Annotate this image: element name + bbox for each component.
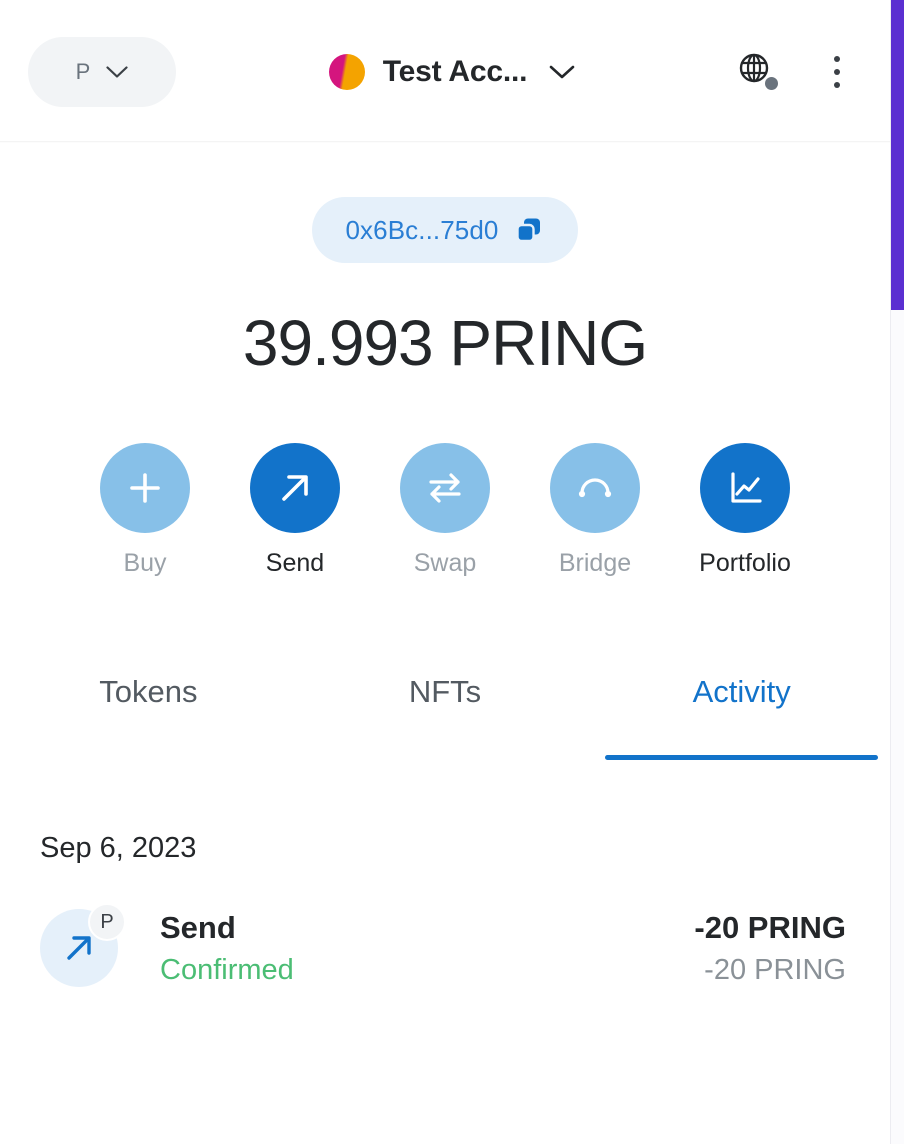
plus-icon bbox=[100, 443, 190, 533]
connection-status-dot bbox=[763, 74, 780, 92]
tab-activity[interactable]: Activity bbox=[593, 664, 890, 760]
tab-activity-label: Activity bbox=[692, 674, 791, 709]
tab-tokens[interactable]: Tokens bbox=[0, 664, 297, 760]
account-name: Test Acc... bbox=[382, 54, 528, 88]
swap-label: Swap bbox=[413, 549, 477, 577]
bridge-button[interactable]: Bridge bbox=[520, 443, 670, 578]
buy-label: Buy bbox=[123, 549, 167, 577]
bridge-arc-icon bbox=[550, 443, 640, 533]
app-header: P Test Acc... bbox=[0, 0, 890, 143]
account-balance: 39.993 PRING bbox=[242, 307, 648, 379]
action-buttons-row: Buy Send Swap Bridge Portfolio bbox=[0, 443, 890, 578]
chevron-down-icon bbox=[549, 65, 575, 79]
activity-date-group: Sep 6, 2023 bbox=[40, 832, 197, 864]
header-actions bbox=[738, 52, 862, 92]
transaction-list-item[interactable]: P Send Confirmed -20 PRING -20 PRING bbox=[40, 903, 850, 987]
network-selector-button[interactable]: P bbox=[28, 36, 176, 107]
transaction-avatar: P bbox=[40, 903, 126, 987]
portfolio-button[interactable]: Portfolio bbox=[670, 443, 820, 578]
transaction-secondary-amount: -20 PRING bbox=[704, 953, 846, 986]
wallet-viewport: P Test Acc... 0x6Bc...75d0 39.993 PRING … bbox=[0, 0, 890, 1144]
account-avatar bbox=[328, 53, 365, 90]
send-button[interactable]: Send bbox=[220, 443, 370, 578]
portfolio-label: Portfolio bbox=[699, 549, 791, 577]
transaction-title: Send bbox=[160, 909, 236, 945]
chart-line-icon bbox=[700, 443, 790, 533]
copy-address-button[interactable]: 0x6Bc...75d0 bbox=[311, 197, 579, 263]
wallet-extension-window: P Test Acc... 0x6Bc...75d0 39.993 PRING … bbox=[0, 0, 904, 1144]
scrollbar-thumb[interactable] bbox=[891, 0, 904, 310]
arrow-up-right-icon bbox=[250, 443, 340, 533]
swap-button[interactable]: Swap bbox=[370, 443, 520, 578]
kebab-dot bbox=[834, 55, 840, 62]
transaction-amounts: -20 PRING -20 PRING bbox=[694, 910, 850, 987]
tab-nfts-label: NFTs bbox=[408, 674, 482, 709]
copy-icon bbox=[514, 215, 544, 245]
swap-arrows-icon bbox=[400, 443, 490, 533]
transaction-primary-amount: -20 PRING bbox=[694, 909, 846, 945]
kebab-dot bbox=[834, 68, 840, 75]
kebab-menu-icon[interactable] bbox=[822, 52, 852, 92]
transaction-network-badge: P bbox=[88, 903, 126, 941]
address-row: 0x6Bc...75d0 bbox=[0, 197, 890, 263]
buy-button[interactable]: Buy bbox=[70, 443, 220, 578]
main-tabs: Tokens NFTs Activity bbox=[0, 664, 890, 760]
account-address: 0x6Bc...75d0 bbox=[345, 214, 499, 245]
chevron-down-icon bbox=[106, 65, 128, 78]
connected-sites-button[interactable] bbox=[738, 52, 780, 92]
kebab-dot bbox=[834, 81, 840, 88]
activity-list: Sep 6, 2023 P Send Confirmed -20 PRING -… bbox=[0, 832, 890, 987]
transaction-status: Confirmed bbox=[160, 953, 294, 986]
send-label: Send bbox=[265, 549, 325, 577]
transaction-details: Send Confirmed bbox=[118, 910, 694, 987]
page-scrollbar[interactable] bbox=[890, 0, 904, 1144]
bridge-label: Bridge bbox=[558, 549, 632, 577]
account-menu-button[interactable]: Test Acc... bbox=[166, 53, 738, 90]
tab-nfts[interactable]: NFTs bbox=[297, 664, 594, 760]
network-label: P bbox=[75, 58, 91, 84]
tab-tokens-label: Tokens bbox=[99, 674, 198, 709]
